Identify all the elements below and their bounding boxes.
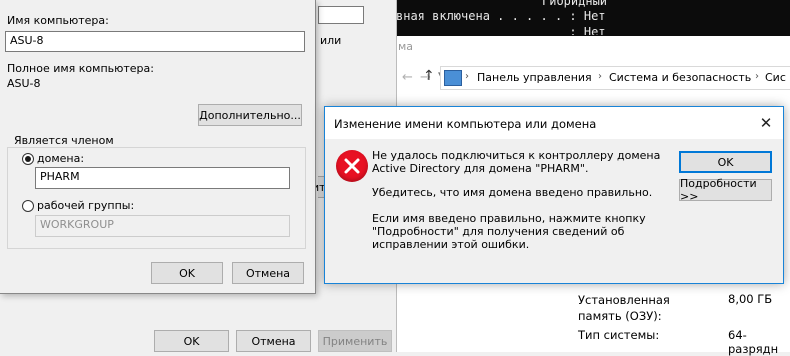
- workgroup-label: рабочей группы:: [37, 199, 135, 212]
- error-message-2: Убедитесь, что имя домена введено правил…: [372, 186, 653, 199]
- console-line-1: Гибридный: [542, 0, 608, 8]
- console-line-3: : Нет: [396, 25, 606, 35]
- full-name-label: Полное имя компьютера:: [7, 62, 154, 75]
- breadcrumb-system-security[interactable]: Система и безопасность: [609, 71, 751, 84]
- error-ok-button[interactable]: OK: [679, 151, 772, 173]
- details-button[interactable]: Подробности >>: [679, 177, 772, 203]
- name-ok-button[interactable]: OK: [151, 262, 223, 284]
- workgroup-radio[interactable]: [22, 200, 34, 212]
- error-x-glyph: [344, 158, 360, 174]
- computer-name-input[interactable]: ASU-8: [5, 31, 305, 52]
- explorer-title-partial: ма: [398, 40, 414, 53]
- back-icon[interactable]: ←: [402, 70, 413, 85]
- system-type-label: Тип системы:: [578, 328, 660, 342]
- explorer-address-bar: ← → ▾ ↑ › Панель управления › Система и …: [396, 64, 790, 92]
- breadcrumb-system[interactable]: Сис: [765, 71, 786, 84]
- computer-name-label: Имя компьютера:: [7, 14, 109, 27]
- breadcrumb-control-panel[interactable]: Панель управления: [477, 71, 592, 84]
- breadcrumb-separator-icon: ›: [465, 71, 469, 82]
- error-message-1: Не удалось подключиться к контроллеру до…: [372, 149, 661, 175]
- error-icon: [336, 150, 368, 182]
- more-button[interactable]: Дополнительно...: [198, 104, 302, 126]
- domain-input[interactable]: PHARM: [35, 167, 290, 189]
- member-of-label: Является членом: [12, 134, 116, 147]
- behind-cancel-button[interactable]: Отмена: [236, 330, 311, 352]
- breadcrumb-separator-icon: ›: [598, 71, 602, 82]
- close-icon[interactable]: ✕: [752, 111, 780, 135]
- error-dialog-title: Изменение имени компьютера или домена: [334, 117, 597, 131]
- behind-description-field[interactable]: [318, 6, 364, 24]
- ram-value: 8,00 ГБ: [728, 292, 773, 306]
- behind-ok-button[interactable]: OK: [154, 330, 229, 352]
- breadcrumb-separator-icon: ›: [755, 71, 759, 82]
- ram-label: Установленная память (ОЗУ):: [578, 293, 670, 323]
- workgroup-input: WORKGROUP: [35, 215, 290, 237]
- error-message-3: Если имя введено правильно, нажмите кноп…: [372, 212, 646, 251]
- full-name-value: ASU-8: [7, 77, 41, 90]
- breadcrumb: › Панель управления › Система и безопасн…: [440, 66, 790, 90]
- name-cancel-button[interactable]: Отмена: [232, 262, 304, 284]
- domain-radio[interactable]: [22, 153, 34, 165]
- up-icon[interactable]: ↑: [423, 68, 435, 84]
- behind-apply-button: Применить: [318, 330, 392, 352]
- behind-partial-text: или: [320, 34, 342, 47]
- console-line-2: вная включена . . . . . : Нет: [396, 9, 606, 23]
- control-panel-icon: [444, 70, 462, 86]
- domain-label: домена:: [37, 152, 85, 165]
